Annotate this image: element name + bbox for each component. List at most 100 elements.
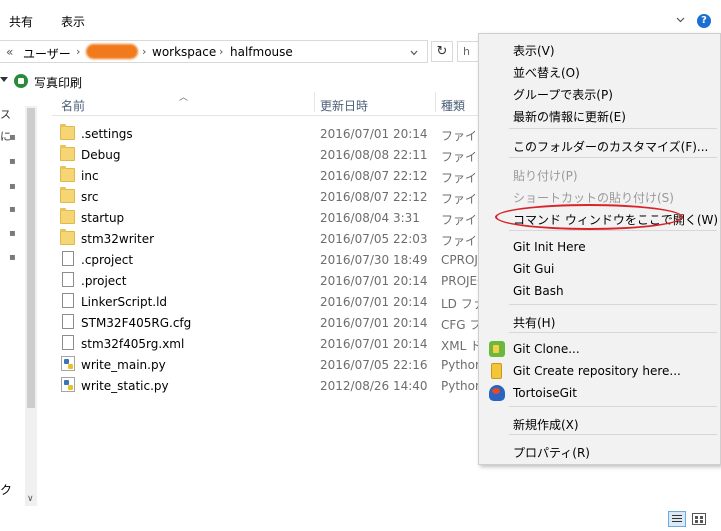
file-date: 2016/07/01 20:14 [320,127,428,141]
menu-item-label: 最新の情報に更新(E) [513,110,626,124]
pin-icon: ▪ [9,204,16,215]
file-row[interactable]: .project 2016/07/01 20:14 PROJEC [52,270,482,291]
file-row[interactable]: write_static.py 2012/08/26 14:40 Python [52,375,482,396]
file-row[interactable]: .settings 2016/07/01 20:14 ファイル [52,123,482,144]
menu-item-paste[interactable]: 貼り付け(P) [479,163,720,185]
menu-item-git-clone[interactable]: Git Clone... [479,338,720,360]
menu-item-git-init-here[interactable]: Git Init Here [479,236,720,258]
scroll-down-icon[interactable]: ∨ [27,494,34,504]
column-header-name[interactable]: 名前 [61,97,85,114]
file-type: ファイル [441,234,481,248]
menu-item-label: Git Bash [513,284,564,298]
file-type: Python [441,379,481,393]
menu-item-label: Git Init Here [513,240,586,254]
menu-separator [509,304,717,305]
pin-icon: ▪ [9,181,16,192]
file-row[interactable]: inc 2016/08/07 22:12 ファイル [52,165,482,186]
column-header-date[interactable]: 更新日時 [320,97,368,114]
menu-item-tortoisegit[interactable]: TortoiseGit [479,382,720,404]
python-file-icon [61,377,75,392]
breadcrumb-separator[interactable]: › [219,45,223,58]
file-date: 2016/07/01 20:14 [320,274,428,288]
file-row[interactable]: src 2016/08/07 22:12 ファイル [52,186,482,207]
file-row[interactable]: .cproject 2016/07/30 18:49 CPROJ [52,249,482,270]
breadcrumb-workspace[interactable]: workspace [152,45,216,59]
help-icon[interactable]: ? [697,14,711,28]
file-row[interactable]: LinkerScript.ld 2016/07/01 20:14 LD ファ [52,291,482,312]
menu-item-refresh[interactable]: 最新の情報に更新(E) [479,104,720,126]
file-list-header: ︿ 名前 更新日時 種類 [52,88,482,116]
file-name: STM32F405RG.cfg [81,316,192,330]
large-icons-view-icon[interactable] [692,513,706,525]
sort-ascending-icon: ︿ [179,93,189,103]
file-name: .project [81,274,127,288]
menu-item-label: Git Create repository here... [513,364,681,378]
details-view-icon[interactable] [668,511,686,527]
menu-item-git-bash[interactable]: Git Bash [479,280,720,302]
menu-item-share[interactable]: 共有(H) [479,310,720,332]
tortoisegit-icon [489,385,505,401]
file-name: write_main.py [81,358,166,372]
nav-item-fragment[interactable]: ク [0,481,12,498]
menu-item-label: TortoiseGit [513,386,577,400]
menu-item-git-create-repo[interactable]: Git Create repository here... [479,360,720,382]
highlight-ellipse [495,204,683,230]
menu-item-sort[interactable]: 並べ替え(O) [479,60,720,82]
address-dropdown-icon[interactable] [410,49,418,57]
breadcrumb-separator[interactable]: › [76,45,80,58]
address-bar[interactable]: « ユーザー › › workspace › halfmouse [0,40,428,63]
menu-item-git-gui[interactable]: Git Gui [479,258,720,280]
breadcrumb-users[interactable]: ユーザー [23,45,71,62]
view-toggle-group [668,511,716,527]
file-name: .cproject [81,253,134,267]
file-row[interactable]: Debug 2016/08/08 22:11 ファイル [52,144,482,165]
column-divider[interactable] [314,92,315,112]
menu-item-view[interactable]: 表示(V) [479,38,720,60]
file-icon [62,251,74,266]
file-row[interactable]: startup 2016/08/04 3:31 ファイル [52,207,482,228]
folder-icon [60,124,75,140]
file-type: ファイル [441,129,481,143]
file-name: stm32writer [81,232,155,246]
print-photo-icon[interactable] [14,74,28,88]
file-name: .settings [81,127,133,141]
nav-scrollbar-thumb[interactable] [27,108,35,408]
file-icon [62,335,74,350]
breadcrumb-halfmouse[interactable]: halfmouse [230,45,293,59]
tab-share[interactable]: 共有 [9,13,33,30]
menu-item-customize-folder[interactable]: このフォルダーのカスタマイズ(F)... [479,134,720,156]
file-name: stm32f405rg.xml [81,337,185,351]
file-type: XML ド [441,339,481,353]
context-menu: 表示(V) 並べ替え(O) グループで表示(P) 最新の情報に更新(E) このフォルダー… [478,33,721,465]
menu-separator [509,406,717,407]
breadcrumb-separator[interactable]: › [142,45,146,58]
file-name: src [81,190,99,204]
menu-item-label: 表示(V) [513,44,555,58]
nav-item-fragment[interactable]: ス [0,106,11,122]
file-icon [62,293,74,308]
menu-item-properties[interactable]: プロパティ(R) [479,440,720,462]
folder-icon [60,187,75,203]
file-row[interactable]: stm32writer 2016/07/05 22:03 ファイル [52,228,482,249]
column-header-type[interactable]: 種類 [441,97,465,114]
file-type: PROJEC [441,274,481,288]
menu-separator [509,128,717,129]
menu-item-group-by[interactable]: グループで表示(P) [479,82,720,104]
file-row[interactable]: write_main.py 2016/07/05 22:16 Python [52,354,482,375]
file-row[interactable]: stm32f405rg.xml 2016/07/01 20:14 XML ド [52,333,482,354]
column-divider[interactable] [435,92,436,112]
tab-view[interactable]: 表示 [61,13,85,30]
menu-item-label: グループで表示(P) [513,88,613,102]
expand-triangle-icon[interactable] [0,77,8,82]
pin-icon: ▪ [9,156,16,167]
file-row[interactable]: STM32F405RG.cfg 2016/07/01 20:14 CFG ファ [52,312,482,333]
address-back-chevrons[interactable]: « [6,45,13,59]
refresh-icon[interactable]: ↻ [431,41,453,62]
file-name: Debug [81,148,121,162]
file-name: inc [81,169,99,183]
menu-separator [509,434,717,435]
menu-item-label: 貼り付け(P) [513,169,578,183]
menu-separator [509,230,717,231]
chevron-down-icon[interactable] [676,15,685,24]
menu-item-new[interactable]: 新規作成(X) [479,412,720,434]
